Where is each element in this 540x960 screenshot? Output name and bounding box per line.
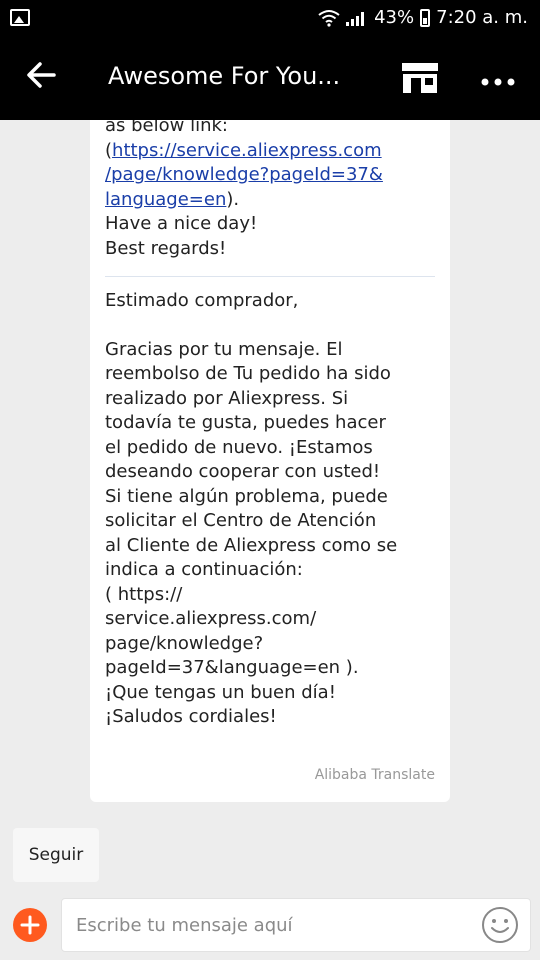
translation-credit: Alibaba Translate: [314, 767, 435, 783]
spanish-body-line: reembolso de Tu pedido ha sido: [105, 363, 391, 384]
add-attachment-button[interactable]: [13, 908, 47, 942]
message-bubble: as below link: (https://service.aliexpre…: [90, 120, 450, 802]
store-icon: [402, 63, 438, 93]
english-closing-line: Best regards!: [105, 237, 227, 259]
arrow-left-icon: [27, 62, 56, 88]
back-button[interactable]: [24, 58, 64, 98]
message-text: as below link: (https://service.aliexpre…: [105, 120, 435, 730]
spanish-body-line: page/knowledge?: [105, 632, 264, 654]
spanish-body-line: el pedido de nuevo. ¡Estamos: [105, 436, 373, 458]
spanish-body-line: realizado por Aliexpress. Si: [105, 387, 349, 409]
composer-bar: [0, 886, 540, 960]
smiley-icon: [482, 907, 518, 943]
chat-title: Awesome For You...: [108, 62, 341, 90]
more-options-button[interactable]: [478, 58, 518, 98]
plus-icon: [20, 915, 40, 935]
help-center-link[interactable]: https://service.aliexpress.com: [112, 140, 382, 161]
translation-divider: [105, 276, 435, 277]
spanish-body-line: pageId=37&language=en ).: [105, 657, 359, 678]
follow-button[interactable]: Seguir: [13, 828, 99, 882]
message-input[interactable]: [61, 898, 531, 952]
english-closing-line: Have a nice day!: [105, 213, 258, 234]
battery-percentage: 43%: [374, 7, 415, 28]
battery-icon: [420, 8, 431, 27]
clock: 7:20 a. m.: [436, 7, 528, 28]
more-icon: [481, 78, 515, 86]
english-text-line: as below link:: [105, 120, 228, 136]
signal-icon: [346, 10, 368, 26]
help-center-link[interactable]: language=en: [105, 189, 226, 210]
spanish-body-line: todavía te gusta, puedes hacer: [105, 412, 386, 433]
english-link-line: language=en).: [105, 188, 240, 210]
spanish-body-line: solicitar el Centro de Atención: [105, 510, 377, 531]
app-bar: Awesome For You...: [0, 38, 540, 120]
spanish-greeting: Estimado comprador,: [105, 290, 299, 311]
emoji-button[interactable]: [481, 906, 519, 944]
help-center-link[interactable]: /page/knowledge?pageId=37&: [105, 164, 383, 185]
spanish-body-line: Gracias por tu mensaje. El: [105, 338, 343, 360]
spanish-body-line: ( https://: [105, 583, 183, 605]
spanish-body: Gracias por tu mensaje. El reembolso de T…: [105, 338, 435, 730]
spanish-body-line: ¡Que tengas un buen día!: [105, 681, 336, 703]
wifi-icon: [318, 9, 340, 27]
spanish-body-line: indica a continuación:: [105, 559, 303, 580]
spanish-body-line: service.aliexpress.com/: [105, 608, 317, 629]
spanish-body-line: Si tiene algún problema, puede: [105, 485, 388, 507]
status-indicators: 43% 7:20 a. m.: [318, 7, 528, 28]
spanish-body-line: ¡Saludos cordiales!: [105, 706, 277, 727]
spanish-body-line: deseando cooperar con usted!: [105, 461, 381, 482]
status-bar: 43% 7:20 a. m.: [0, 0, 540, 38]
english-link-line: /page/knowledge?pageId=37&: [105, 163, 435, 188]
spanish-body-line: al Cliente de Aliexpress como se: [105, 534, 398, 556]
store-button[interactable]: [401, 62, 439, 94]
gallery-notification-icon: [10, 9, 30, 26]
english-link-line: (https://service.aliexpress.com: [105, 139, 382, 161]
